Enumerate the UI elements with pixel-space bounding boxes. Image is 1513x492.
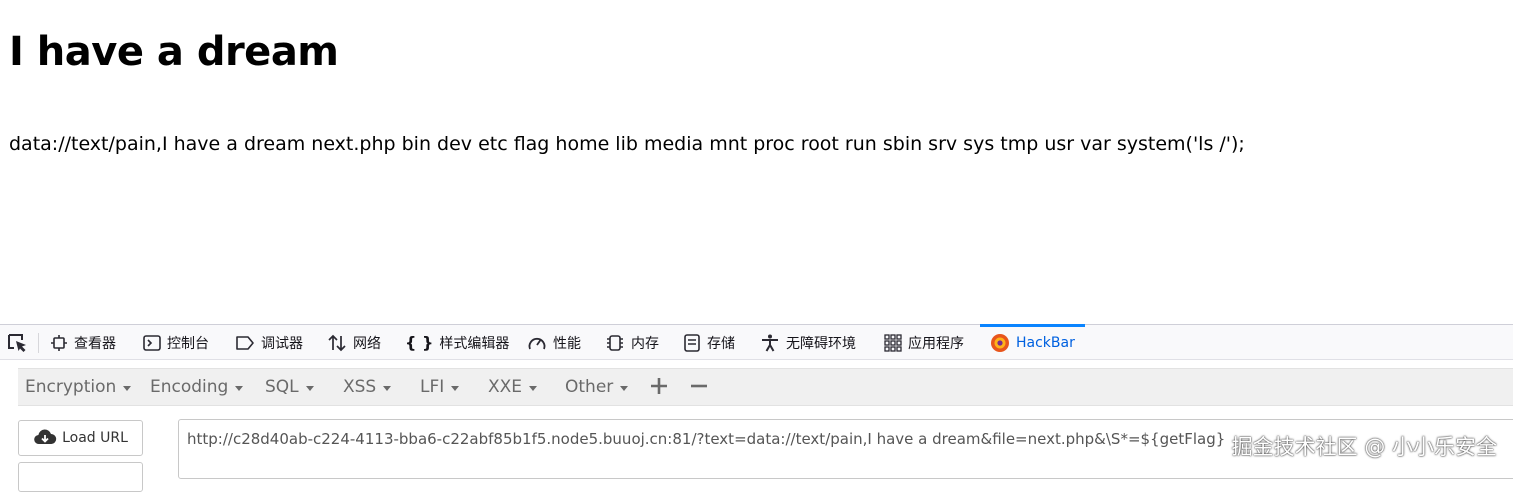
storage-icon (684, 333, 700, 352)
menu-sql[interactable]: SQL (265, 369, 314, 405)
tab-debugger-label: 调试器 (261, 335, 303, 352)
menu-sql-label: SQL (265, 377, 299, 397)
caret-down-icon (235, 385, 244, 391)
load-url-label: Load URL (62, 430, 128, 446)
menu-lfi-label: LFI (420, 377, 445, 397)
hackbar-icon (991, 333, 1009, 352)
caret-down-icon (123, 385, 132, 391)
tab-memory[interactable]: 内存 (605, 325, 659, 360)
console-icon (143, 334, 161, 351)
load-url-button[interactable]: Load URL (18, 420, 143, 456)
remove-icon[interactable] (689, 376, 709, 396)
tab-style-editor-label: 样式编辑器 (439, 335, 510, 352)
menu-xxe-label: XXE (488, 377, 523, 397)
network-icon (328, 334, 346, 351)
tab-performance-label: 性能 (553, 335, 581, 352)
tab-network-label: 网络 (353, 335, 381, 352)
devtools-tabbar: 查看器 控制台 调试器 网络 { } 样式编辑器 性能 内存 存储 无障碍环境 … (0, 324, 1513, 360)
menu-xss[interactable]: XSS (343, 369, 392, 405)
performance-icon (528, 337, 546, 349)
caret-down-icon (451, 385, 460, 391)
tab-network[interactable]: 网络 (327, 325, 381, 360)
tab-memory-label: 内存 (631, 335, 659, 352)
tab-hackbar-label: HackBar (1016, 334, 1075, 351)
tab-inspector-label: 查看器 (74, 335, 116, 352)
watermark: 掘金技术社区 @ 小小乐安全 (1231, 435, 1497, 459)
tab-accessibility[interactable]: 无障碍环境 (760, 325, 856, 360)
tab-performance[interactable]: 性能 (527, 325, 581, 360)
tab-storage[interactable]: 存储 (683, 325, 735, 360)
tab-console-label: 控制台 (167, 335, 209, 352)
accessibility-icon (762, 334, 778, 352)
caret-down-icon (305, 385, 314, 391)
menu-encryption[interactable]: Encryption (25, 369, 132, 405)
style-editor-icon: { } (405, 333, 434, 352)
element-picker-icon[interactable] (6, 332, 30, 354)
split-url-button[interactable] (18, 462, 143, 492)
menu-lfi[interactable]: LFI (420, 369, 460, 405)
menu-other-label: Other (565, 377, 614, 397)
tab-style-editor[interactable]: { } 样式编辑器 (405, 325, 509, 360)
tab-accessibility-label: 无障碍环境 (786, 335, 856, 352)
caret-down-icon (383, 385, 392, 391)
menu-xss-label: XSS (343, 377, 377, 397)
caret-down-icon (620, 385, 629, 391)
tabbar-separator (38, 333, 39, 353)
menu-encoding-label: Encoding (150, 377, 229, 397)
tab-hackbar[interactable]: HackBar (980, 324, 1085, 360)
tab-debugger[interactable]: 调试器 (235, 325, 303, 360)
menu-encoding[interactable]: Encoding (150, 369, 244, 405)
inspector-icon (51, 334, 67, 351)
tab-console[interactable]: 控制台 (143, 325, 209, 360)
menu-other[interactable]: Other (565, 369, 629, 405)
add-icon[interactable] (649, 376, 669, 396)
tab-inspector[interactable]: 查看器 (50, 325, 116, 360)
tab-storage-label: 存储 (707, 335, 735, 352)
page-title: I have a dream (9, 29, 339, 75)
cloud-download-icon (34, 429, 57, 445)
tab-application[interactable]: 应用程序 (884, 325, 964, 360)
tab-application-label: 应用程序 (908, 335, 964, 352)
menu-encryption-label: Encryption (25, 377, 117, 397)
menu-xxe[interactable]: XXE (488, 369, 538, 405)
debugger-icon (236, 335, 254, 350)
memory-icon (607, 334, 623, 351)
caret-down-icon (529, 385, 538, 391)
page-output-text: data://text/pain,I have a dream next.php… (9, 133, 1245, 155)
hackbar-toolbar: Encryption Encoding SQL XSS LFI XXE Othe… (18, 368, 1513, 406)
application-icon (884, 333, 902, 352)
